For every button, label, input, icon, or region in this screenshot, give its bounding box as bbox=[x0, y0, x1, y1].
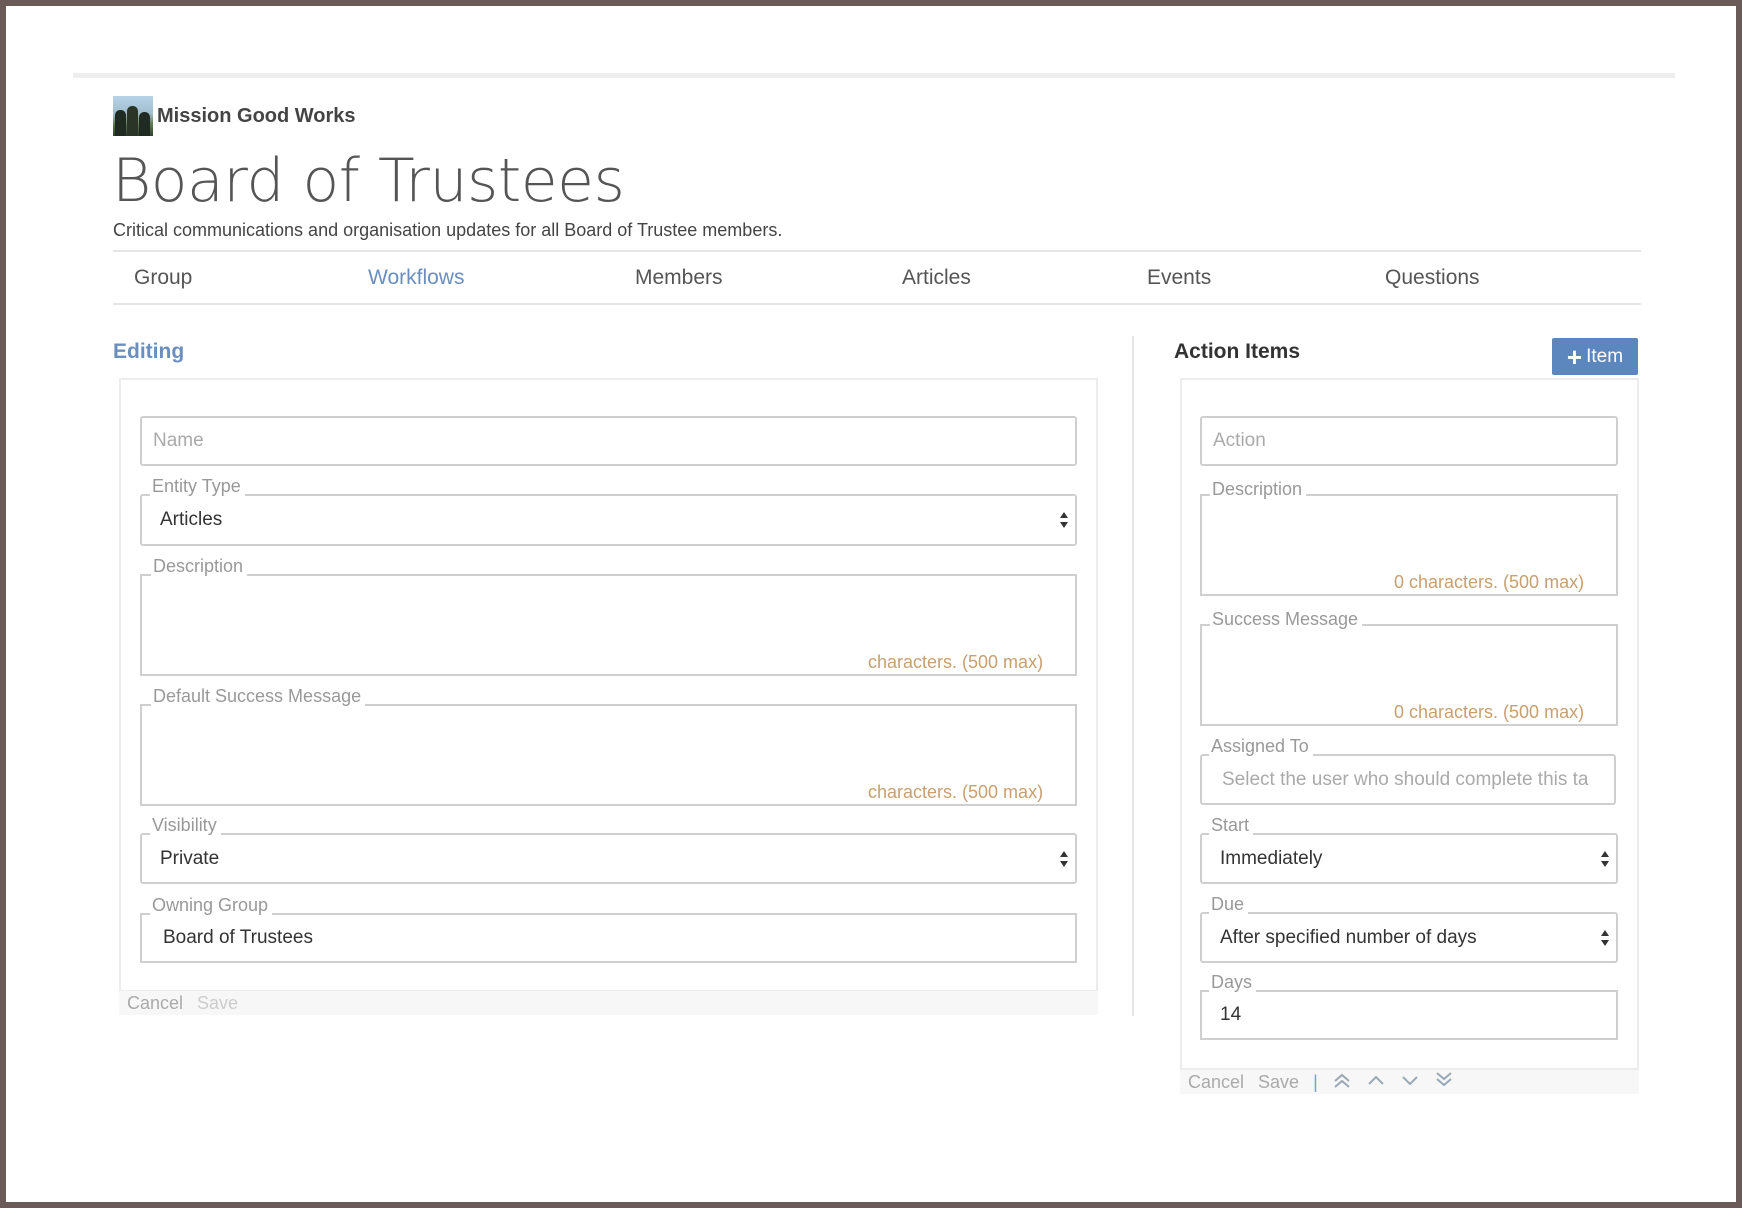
visibility-value: Private bbox=[160, 847, 220, 869]
org-name[interactable]: Mission Good Works bbox=[157, 105, 356, 128]
start-label: Start bbox=[1209, 815, 1254, 836]
add-item-button[interactable]: + Item bbox=[1552, 338, 1638, 375]
plus-icon: + bbox=[1566, 341, 1583, 372]
panel-divider bbox=[1132, 336, 1134, 1016]
action-success-label: Success Message bbox=[1210, 609, 1363, 630]
owning-group-label: Owning Group bbox=[150, 895, 273, 916]
days-label: Days bbox=[1209, 972, 1257, 993]
tab-articles[interactable]: Articles bbox=[902, 266, 971, 290]
save-button[interactable]: Save bbox=[197, 993, 238, 1014]
owning-group-field[interactable]: Board of Trustees bbox=[140, 913, 1077, 963]
days-input[interactable]: 14 bbox=[1200, 990, 1618, 1040]
entity-type-select[interactable]: Articles bbox=[140, 494, 1077, 546]
action-item-footer: Cancel Save | bbox=[1180, 1070, 1639, 1094]
top-divider bbox=[73, 73, 1675, 78]
select-arrows-icon bbox=[1601, 929, 1609, 946]
page-title: Board of Trustees bbox=[112, 146, 625, 216]
visibility-label: Visibility bbox=[150, 815, 221, 836]
org-photo-logo bbox=[113, 96, 153, 136]
days-value: 14 bbox=[1220, 1004, 1242, 1025]
owning-group-value: Board of Trustees bbox=[163, 927, 313, 948]
cancel-button[interactable]: Cancel bbox=[127, 993, 183, 1014]
tab-questions[interactable]: Questions bbox=[1385, 266, 1480, 290]
assigned-to-input[interactable]: Select the user who should complete this… bbox=[1200, 754, 1616, 805]
due-select[interactable]: After specified number of days bbox=[1200, 912, 1618, 963]
move-top-icon[interactable] bbox=[1332, 1071, 1352, 1094]
visibility-select[interactable]: Private bbox=[140, 833, 1077, 884]
entity-type-label: Entity Type bbox=[150, 476, 245, 497]
editing-footer: Cancel Save bbox=[119, 991, 1098, 1015]
move-down-icon[interactable] bbox=[1400, 1071, 1420, 1094]
assigned-to-label: Assigned To bbox=[1209, 736, 1313, 757]
group-tabs: Group Workflows Members Articles Events … bbox=[113, 250, 1641, 305]
footer-separator: | bbox=[1313, 1071, 1318, 1092]
due-label: Due bbox=[1209, 894, 1249, 915]
action-description-label: Description bbox=[1210, 479, 1307, 500]
due-value: After specified number of days bbox=[1220, 926, 1477, 948]
action-success-counter: 0 characters. (500 max) bbox=[1390, 702, 1587, 723]
move-up-icon[interactable] bbox=[1366, 1071, 1386, 1094]
tab-workflows[interactable]: Workflows bbox=[368, 266, 464, 290]
action-input[interactable]: Action bbox=[1200, 416, 1618, 466]
select-arrows-icon bbox=[1060, 512, 1068, 528]
assigned-to-placeholder: Select the user who should complete this… bbox=[1222, 768, 1589, 790]
tab-group[interactable]: Group bbox=[134, 266, 192, 290]
add-item-label: Item bbox=[1586, 345, 1624, 367]
tab-events[interactable]: Events bbox=[1147, 266, 1211, 290]
action-items-title: Action Items bbox=[1174, 340, 1301, 363]
move-bottom-icon[interactable] bbox=[1434, 1071, 1454, 1094]
description-counter: characters. (500 max) bbox=[864, 652, 1046, 673]
tab-members[interactable]: Members bbox=[635, 266, 723, 290]
default-success-label: Default Success Message bbox=[151, 686, 366, 707]
default-success-counter: characters. (500 max) bbox=[864, 782, 1046, 803]
select-arrows-icon bbox=[1601, 850, 1609, 867]
org-header[interactable]: Mission Good Works bbox=[113, 96, 356, 136]
select-arrows-icon bbox=[1060, 850, 1068, 867]
page-subtitle: Critical communications and organisation… bbox=[113, 220, 783, 240]
action-cancel-button[interactable]: Cancel bbox=[1188, 1072, 1244, 1093]
editing-title: Editing bbox=[113, 340, 185, 363]
action-save-button[interactable]: Save bbox=[1258, 1072, 1299, 1093]
start-value: Immediately bbox=[1220, 847, 1323, 869]
start-select[interactable]: Immediately bbox=[1200, 833, 1618, 884]
action-description-counter: 0 characters. (500 max) bbox=[1390, 572, 1587, 593]
description-label: Description bbox=[151, 556, 248, 577]
entity-type-value: Articles bbox=[160, 509, 223, 530]
workflow-name-input[interactable]: Name bbox=[140, 416, 1077, 466]
